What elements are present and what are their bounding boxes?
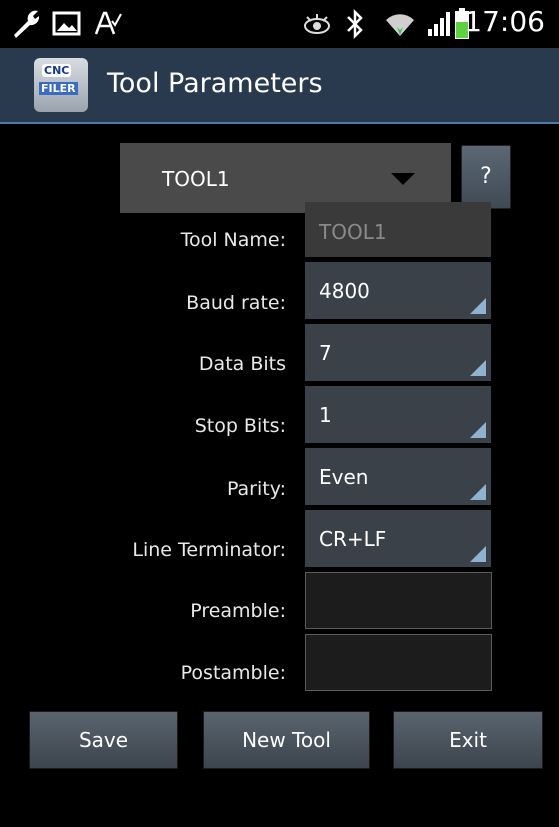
stop-bits-label: Stop Bits: — [194, 415, 286, 437]
help-button[interactable]: ? — [461, 145, 511, 209]
action-bar: CNC FILER Tool Parameters — [0, 48, 559, 124]
spinner-corner-icon — [470, 546, 486, 562]
eye-icon — [302, 0, 332, 48]
spinner-corner-icon — [470, 422, 486, 438]
spellcheck-icon — [93, 0, 123, 48]
parity-value: Even — [319, 465, 369, 489]
parity-label: Parity: — [226, 478, 286, 500]
bluetooth-icon — [345, 0, 365, 48]
image-icon — [52, 0, 82, 48]
status-bar: 17:06 — [0, 0, 559, 48]
wrench-icon — [10, 0, 44, 48]
parity-spinner[interactable]: Even — [305, 448, 491, 505]
stop-bits-spinner[interactable]: 1 — [305, 386, 491, 443]
app-logo-icon[interactable]: CNC FILER — [34, 58, 88, 112]
tool-name-label: Tool Name: — [180, 229, 286, 251]
preamble-label: Preamble: — [190, 600, 286, 622]
stop-bits-value: 1 — [319, 403, 332, 427]
postamble-input[interactable] — [305, 634, 492, 691]
dropdown-arrow-icon — [391, 173, 415, 185]
line-terminator-value: CR+LF — [319, 527, 387, 551]
data-bits-spinner[interactable]: 7 — [305, 324, 491, 381]
wifi-icon — [383, 0, 417, 48]
tool-selector-value: TOOL1 — [162, 167, 230, 191]
logo-text-bottom: FILER — [39, 82, 78, 95]
spinner-corner-icon — [470, 484, 486, 500]
exit-button[interactable]: Exit — [393, 711, 543, 769]
baud-rate-label: Baud rate: — [186, 292, 286, 314]
spinner-corner-icon — [470, 298, 486, 314]
preamble-input[interactable] — [305, 572, 492, 629]
data-bits-label: Data Bits — [198, 353, 286, 375]
postamble-label: Postamble: — [180, 662, 286, 684]
data-bits-value: 7 — [319, 341, 332, 365]
tool-name-value: TOOL1 — [319, 220, 387, 244]
save-button[interactable]: Save — [29, 711, 178, 769]
logo-text-top: CNC — [42, 64, 72, 77]
baud-rate-value: 4800 — [319, 279, 370, 303]
line-terminator-spinner[interactable]: CR+LF — [305, 510, 491, 567]
line-terminator-label: Line Terminator: — [132, 539, 286, 561]
signal-icon — [424, 0, 454, 48]
status-time: 17:06 — [464, 5, 545, 38]
baud-rate-spinner[interactable]: 4800 — [305, 262, 491, 319]
page-title: Tool Parameters — [107, 68, 323, 99]
tool-name-field: TOOL1 — [305, 202, 491, 257]
new-tool-button[interactable]: New Tool — [203, 711, 370, 769]
spinner-corner-icon — [470, 360, 486, 376]
